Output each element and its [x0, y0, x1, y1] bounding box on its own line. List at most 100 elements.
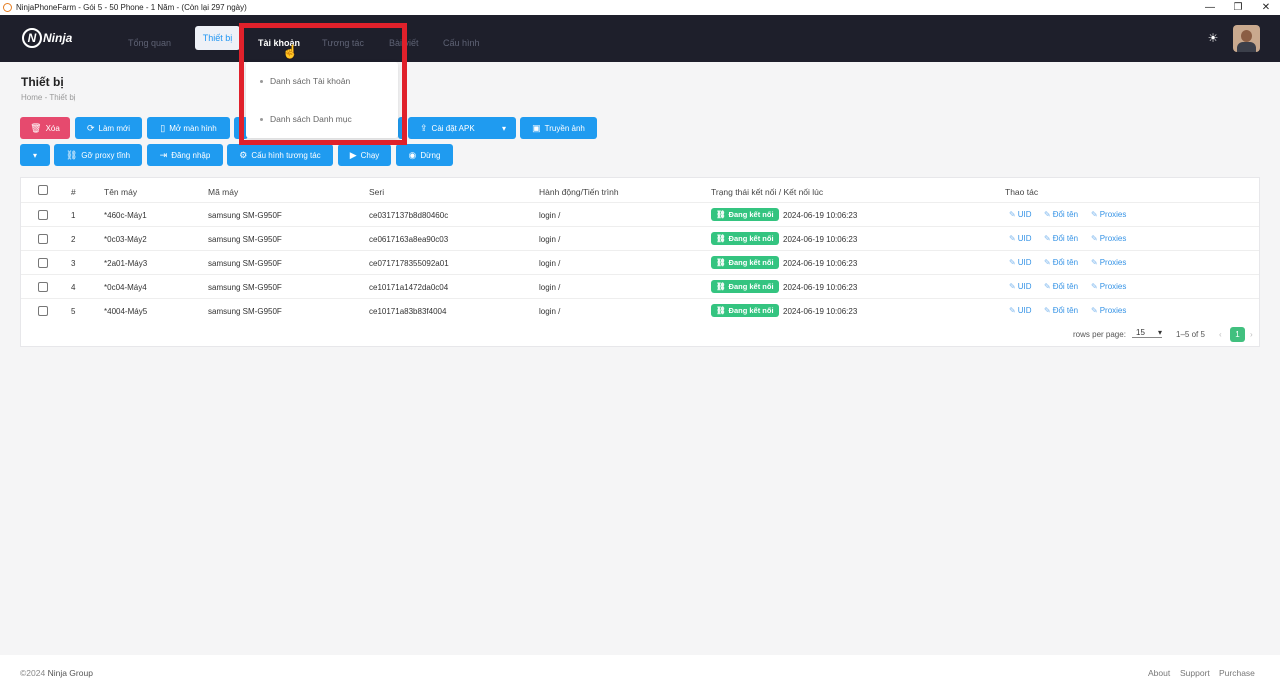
link-icon: ⛓ [716, 258, 726, 267]
stop-button[interactable]: ◉ Dừng [396, 144, 453, 166]
table-row: 4 *0c04-Máy4 samsung SM-G950F ce10171a1472d… [21, 274, 1259, 298]
connect-time: 2024-06-19 10:06:23 [783, 283, 858, 292]
breadcrumb-current: Thiết bị [49, 93, 76, 102]
rename-action[interactable]: ✎ Đổi tên [1044, 234, 1078, 243]
nav-tong-quan[interactable]: Tổng quan [128, 38, 171, 48]
footer-purchase-link[interactable]: Purchase [1219, 668, 1255, 678]
row-checkbox[interactable] [38, 282, 48, 292]
prev-page-icon[interactable]: ‹ [1219, 330, 1222, 339]
image-icon: ▣ [532, 122, 541, 133]
delete-button[interactable]: 🗑 Xóa [20, 117, 70, 139]
device-serial: ce10171a1472da0c04 [369, 283, 449, 292]
login-button[interactable]: ⇥ Đăng nhập [147, 144, 223, 166]
row-checkbox[interactable] [38, 210, 48, 220]
nav-cau-hinh[interactable]: Cấu hình [443, 38, 480, 48]
col-name: Tên máy [104, 187, 138, 197]
uid-action[interactable]: ✎ UID [1009, 282, 1031, 291]
minimize-button[interactable]: — [1196, 0, 1224, 15]
mouse-pointer-icon: ☝ [282, 44, 299, 59]
refresh-icon: ⟳ [86, 122, 95, 133]
rename-action[interactable]: ✎ Đổi tên [1044, 306, 1078, 315]
user-avatar[interactable] [1233, 25, 1260, 52]
edit-icon: ✎ [1091, 306, 1098, 315]
link-icon: ⛓ [716, 234, 726, 243]
proxies-action[interactable]: ✎ Proxies [1091, 282, 1126, 291]
maximize-button[interactable]: ❐ [1224, 0, 1252, 15]
device-name: *0c03-Máy2 [104, 235, 147, 244]
ninja-logo[interactable]: N Ninja [22, 28, 72, 48]
device-action: login / [539, 211, 561, 220]
caret-down-icon[interactable]: ▾ [502, 124, 506, 133]
edit-icon: ✎ [1091, 282, 1098, 291]
row-index: 2 [71, 235, 76, 244]
close-button[interactable]: ✕ [1252, 0, 1280, 15]
next-page-icon[interactable]: › [1250, 330, 1253, 339]
edit-icon: ✎ [1044, 258, 1051, 267]
col-index: # [71, 187, 76, 197]
device-name: *0c04-Máy4 [104, 283, 147, 292]
edit-icon: ✎ [1009, 258, 1016, 267]
row-checkbox[interactable] [38, 258, 48, 268]
more-dropdown-button[interactable]: ▾ [20, 144, 50, 166]
edit-icon: ✎ [1044, 234, 1051, 243]
proxies-action[interactable]: ✎ Proxies [1091, 306, 1126, 315]
uid-action[interactable]: ✎ UID [1009, 258, 1031, 267]
remove-static-proxy-button[interactable]: ⛓ Gỡ proxy tĩnh [54, 144, 142, 166]
connect-time: 2024-06-19 10:06:23 [783, 235, 858, 244]
uid-action[interactable]: ✎ UID [1009, 234, 1031, 243]
nav-thiet-bi[interactable]: Thiết bị [195, 26, 240, 50]
rename-action[interactable]: ✎ Đổi tên [1044, 258, 1078, 267]
footer-support-link[interactable]: Support [1180, 668, 1210, 678]
connect-time: 2024-06-19 10:06:23 [783, 211, 858, 220]
caret-down-icon: ▾ [1157, 328, 1162, 337]
device-action: login / [539, 235, 561, 244]
select-all-checkbox[interactable] [38, 185, 48, 195]
device-serial: ce0617163a8ea90c03 [369, 235, 449, 244]
row-checkbox[interactable] [38, 234, 48, 244]
uid-action[interactable]: ✎ UID [1009, 306, 1031, 315]
proxies-action[interactable]: ✎ Proxies [1091, 258, 1126, 267]
device-action: login / [539, 283, 561, 292]
device-model: samsung SM-G950F [208, 211, 282, 220]
edit-icon: ✎ [1091, 258, 1098, 267]
proxies-action[interactable]: ✎ Proxies [1091, 234, 1126, 243]
interaction-config-button[interactable]: ⚙ Cấu hình tương tác [227, 144, 333, 166]
device-name: *4004-Máy5 [104, 307, 148, 316]
row-index: 5 [71, 307, 76, 316]
cast-image-button[interactable]: ▣ Truyền ảnh [520, 117, 597, 139]
copyright: ©2024 Ninja Group [20, 668, 93, 678]
page-1-button[interactable]: 1 [1230, 327, 1245, 342]
row-index: 4 [71, 283, 76, 292]
status-badge: ⛓ Đang kết nối [711, 208, 779, 221]
row-checkbox[interactable] [38, 306, 48, 316]
install-apk-button[interactable]: ⇪ Cài đặt APK ▾ [408, 117, 516, 139]
footer-about-link[interactable]: About [1148, 668, 1170, 678]
trash-icon: 🗑 [30, 122, 42, 133]
upload-icon: ⇪ [420, 122, 428, 133]
col-action: Hành động/Tiến trình [539, 187, 619, 197]
red-highlight-box [239, 23, 407, 145]
edit-icon: ✎ [1044, 210, 1051, 219]
window-controls: — ❐ ✕ [1196, 0, 1280, 15]
open-screen-button[interactable]: ▯ Mở màn hình [147, 117, 230, 139]
uid-action[interactable]: ✎ UID [1009, 210, 1031, 219]
table-row: 5 *4004-Máy5 samsung SM-G950F ce10171a83b83… [21, 298, 1259, 322]
rename-action[interactable]: ✎ Đổi tên [1044, 210, 1078, 219]
table-row: 1 *460c-Máy1 samsung SM-G950F ce0317137b8d8… [21, 202, 1259, 226]
connect-time: 2024-06-19 10:06:23 [783, 307, 858, 316]
footer: ©2024 Ninja Group About Support Purchase [0, 655, 1280, 691]
rename-action[interactable]: ✎ Đổi tên [1044, 282, 1078, 291]
theme-toggle-sun-icon[interactable]: ☀ [1207, 32, 1219, 44]
refresh-button[interactable]: ⟳ Làm mới [75, 117, 142, 139]
proxies-action[interactable]: ✎ Proxies [1091, 210, 1126, 219]
title-bar: NinjaPhoneFarm - Gói 5 - 50 Phone - 1 Nă… [0, 0, 1280, 15]
rows-per-page-select[interactable]: 15 ▾ [1132, 328, 1162, 338]
edit-icon: ✎ [1044, 306, 1051, 315]
run-button[interactable]: ▶ Chạy [338, 144, 391, 166]
breadcrumb-home[interactable]: Home [21, 93, 42, 102]
rows-per-page-label: rows per page: [1073, 330, 1126, 339]
caret-down-icon: ▾ [32, 150, 37, 160]
link-icon: ⛓ [716, 282, 726, 291]
status-badge: ⛓ Đang kết nối [711, 256, 779, 269]
device-model: samsung SM-G950F [208, 259, 282, 268]
